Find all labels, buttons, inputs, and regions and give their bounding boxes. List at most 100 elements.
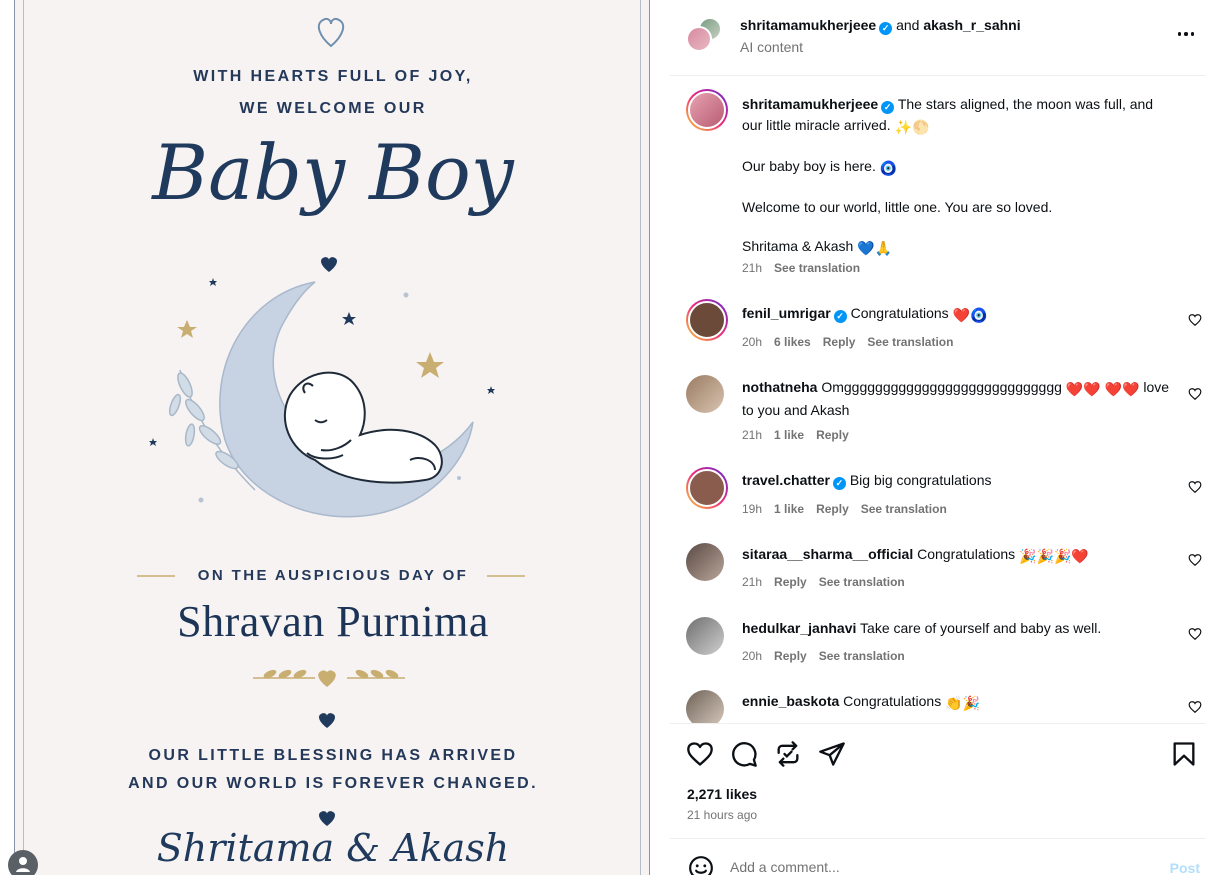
- avatar[interactable]: [686, 543, 724, 581]
- ai-content-label[interactable]: AI content: [740, 39, 803, 55]
- avatar[interactable]: [686, 617, 724, 655]
- comment-time[interactable]: 20h: [742, 335, 762, 349]
- verified-icon: ✓: [832, 477, 846, 490]
- card-line-1: WITH HEARTS FULL OF JOY,: [193, 68, 473, 85]
- reply-button[interactable]: Reply: [816, 502, 849, 516]
- like-icon[interactable]: [686, 740, 714, 768]
- verified-icon: ✓: [879, 22, 893, 35]
- post-time[interactable]: 21 hours ago: [687, 808, 757, 822]
- heart-outline-icon: [317, 17, 345, 48]
- party-popper-icon: 🎉: [1019, 548, 1037, 564]
- emoji-icon[interactable]: [688, 855, 714, 875]
- avatar[interactable]: [686, 467, 728, 509]
- comment-username[interactable]: fenil_umrigar: [742, 305, 831, 321]
- save-bookmark-icon[interactable]: [1170, 740, 1198, 768]
- announcement-card: WITH HEARTS FULL OF JOY, WE WELCOME OUR …: [14, 0, 650, 875]
- comment-text: Congratulations: [917, 546, 1016, 562]
- comment-text: Congratulations: [843, 693, 942, 709]
- ornament-divider: [253, 669, 405, 687]
- card-blessing-2: AND OUR WORLD IS FOREVER CHANGED.: [128, 775, 538, 792]
- comment-text: Take care of yourself and baby as well.: [860, 620, 1102, 636]
- comment-time[interactable]: 21h: [742, 575, 762, 589]
- comments-list[interactable]: shritamamukherjeee ✓ The stars aligned, t…: [670, 77, 1206, 723]
- comment-time[interactable]: 21h: [742, 428, 762, 442]
- comment-text: Big big congratulations: [849, 472, 992, 488]
- party-popper-icon: 🎉: [1053, 548, 1072, 564]
- comment-meta: 21h Reply See translation: [742, 575, 905, 589]
- star-icon: [416, 352, 444, 378]
- star-icon: [209, 278, 217, 286]
- red-heart-icon: ❤️: [1104, 381, 1123, 397]
- caption-meta: 21h See translation: [742, 261, 860, 275]
- comment-meta: 20h Reply See translation: [742, 649, 905, 663]
- comment-likes[interactable]: 6 likes: [774, 335, 811, 349]
- like-comment-icon[interactable]: [1188, 553, 1202, 567]
- likes-count[interactable]: 2,271 likes: [687, 786, 757, 802]
- share-icon[interactable]: [818, 740, 846, 768]
- red-heart-icon: ❤️: [1065, 381, 1084, 397]
- avatar[interactable]: [686, 89, 728, 131]
- more-options-icon[interactable]: [1174, 22, 1198, 46]
- reply-button[interactable]: Reply: [816, 428, 849, 442]
- comment-likes[interactable]: 1 like: [774, 428, 804, 442]
- clapping-hands-icon: 👏: [945, 695, 963, 711]
- evil-eye-icon: 🧿: [879, 160, 898, 176]
- blue-heart-icon: 💙: [857, 240, 875, 256]
- comment-meta: 19h 1 like Reply See translation: [742, 502, 947, 516]
- red-heart-icon: ❤️: [1083, 381, 1101, 397]
- like-comment-icon[interactable]: [1188, 627, 1202, 641]
- avatar[interactable]: [686, 375, 724, 413]
- moon-face-icon: 🌕: [911, 119, 930, 135]
- coauthor-username[interactable]: akash_r_sahni: [923, 17, 1020, 33]
- card-occasion-line: ON THE AUSPICIOUS DAY OF: [197, 567, 469, 584]
- star-icon: [342, 312, 356, 325]
- see-translation-link[interactable]: See translation: [861, 502, 947, 516]
- heart-icon: [318, 670, 336, 687]
- red-heart-icon: ❤️: [952, 307, 970, 323]
- comment-time[interactable]: 20h: [742, 649, 762, 663]
- star-icon: [487, 386, 495, 394]
- red-heart-icon: ❤️: [1122, 381, 1140, 397]
- folded-hands-icon: 🙏: [874, 240, 893, 256]
- heart-icon: [321, 257, 337, 272]
- author-username[interactable]: shritamamukherjeee: [740, 17, 876, 33]
- star-icon: [177, 320, 197, 338]
- comment-username[interactable]: nothatneha: [742, 379, 817, 395]
- post-comment-button[interactable]: Post: [1170, 860, 1200, 875]
- comment-icon[interactable]: [730, 740, 758, 768]
- repost-icon[interactable]: [774, 740, 802, 768]
- tagged-user-icon[interactable]: [8, 850, 38, 875]
- see-translation-link[interactable]: See translation: [774, 261, 860, 275]
- like-comment-icon[interactable]: [1188, 387, 1202, 401]
- post-image[interactable]: WITH HEARTS FULL OF JOY, WE WELCOME OUR …: [0, 0, 670, 875]
- like-comment-icon[interactable]: [1188, 313, 1202, 327]
- see-translation-link[interactable]: See translation: [819, 575, 905, 589]
- comment-username[interactable]: sitaraa__sharma__official: [742, 546, 913, 562]
- caption-username[interactable]: shritamamukherjeee: [742, 96, 878, 112]
- author-avatar[interactable]: [686, 26, 712, 52]
- comment-input[interactable]: [730, 859, 1130, 875]
- comment-username[interactable]: travel.chatter: [742, 472, 830, 488]
- post-header: shritamamukherjeee ✓ and akash_r_sahni AI…: [670, 0, 1206, 76]
- comment-text: Congratulations: [850, 305, 949, 321]
- like-comment-icon[interactable]: [1188, 700, 1202, 714]
- reply-button[interactable]: Reply: [774, 649, 807, 663]
- sparkles-icon: ✨: [894, 119, 912, 135]
- post-sidebar: shritamamukherjeee ✓ and akash_r_sahni AI…: [670, 0, 1206, 875]
- caption-time[interactable]: 21h: [742, 261, 762, 275]
- caption-line-3: Welcome to our world, little one. You ar…: [742, 199, 1053, 215]
- avatar[interactable]: [686, 690, 724, 723]
- card-occasion-name: Shravan Purnima: [177, 597, 489, 646]
- reply-button[interactable]: Reply: [823, 335, 856, 349]
- like-comment-icon[interactable]: [1188, 480, 1202, 494]
- avatar[interactable]: [686, 299, 728, 341]
- reply-button[interactable]: Reply: [774, 575, 807, 589]
- comment-username[interactable]: ennie_baskota: [742, 693, 839, 709]
- comment-time[interactable]: 19h: [742, 502, 762, 516]
- comment-likes[interactable]: 1 like: [774, 502, 804, 516]
- comment-username[interactable]: hedulkar_janhavi: [742, 620, 856, 636]
- card-blessing-1: OUR LITTLE BLESSING HAS ARRIVED: [148, 747, 518, 764]
- see-translation-link[interactable]: See translation: [867, 335, 953, 349]
- see-translation-link[interactable]: See translation: [819, 649, 905, 663]
- caption-text: shritamamukherjeee ✓ The stars aligned, t…: [742, 94, 1172, 259]
